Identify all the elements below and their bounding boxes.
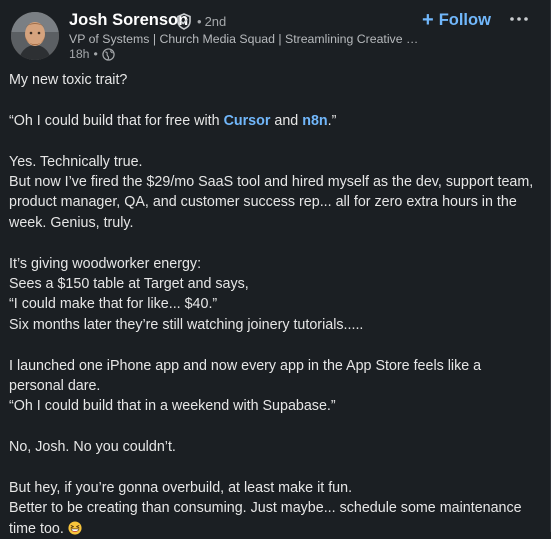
post-paragraph: But hey, if you’re gonna overbuild, at l… xyxy=(9,478,539,539)
post-text: I launched one iPhone app and now every … xyxy=(9,357,482,395)
post-text: .” xyxy=(327,112,337,129)
post-text: “Oh I could build that for free with xyxy=(9,112,224,129)
post-text: But hey, if you’re gonna overbuild, at l… xyxy=(9,480,353,497)
connection-degree: • 2nd xyxy=(197,14,226,29)
ellipsis-icon xyxy=(510,17,528,21)
post-text: Six months later they’re still watching … xyxy=(9,316,364,333)
post-text: Sees a $150 table at Target and says, xyxy=(9,276,249,293)
post-paragraph: My new toxic trait? xyxy=(9,72,128,88)
post-text: Better to be creating than consuming. Ju… xyxy=(9,500,522,537)
more-options-button[interactable] xyxy=(508,8,530,30)
verified-shield-icon xyxy=(177,13,191,30)
hashtag-link-cursor[interactable]: Cursor xyxy=(224,113,271,129)
post-paragraph: “Oh I could build that for free with Cur… xyxy=(9,111,539,131)
post-paragraph: Yes. Technically true. But now I’ve fired… xyxy=(9,152,539,234)
post-body: My new toxic trait? “Oh I could build th… xyxy=(9,70,539,539)
degree-separator: • xyxy=(197,14,202,29)
post-paragraph: I launched one iPhone app and now every … xyxy=(9,356,539,417)
follow-button[interactable]: + Follow xyxy=(422,9,491,31)
post-header: Josh Sorenson • 2nd VP of Systems | Churc… xyxy=(0,0,551,68)
post-text: Yes. Technically true. xyxy=(9,153,143,170)
post-text: It’s giving woodworker energy: xyxy=(9,255,202,272)
author-avatar[interactable] xyxy=(11,12,59,60)
post-text: “Oh I could build that in a weekend with… xyxy=(9,398,336,415)
grinning-squinting-face-icon xyxy=(68,521,82,535)
post-text: “I could make that for like... $40.” xyxy=(9,296,218,313)
post-time: 18h xyxy=(69,47,90,61)
hashtag-link-n8n[interactable]: n8n xyxy=(302,113,327,129)
meta-separator: • xyxy=(93,47,98,61)
follow-label: Follow xyxy=(438,10,491,29)
degree-label: 2nd xyxy=(204,14,227,29)
avatar-photo xyxy=(11,12,59,60)
globe-icon xyxy=(102,47,115,61)
post-meta: 18h • xyxy=(69,47,115,61)
post-paragraph: No, Josh. No you couldn’t. xyxy=(9,439,176,456)
feed-post: Josh Sorenson • 2nd VP of Systems | Churc… xyxy=(0,0,551,537)
author-headline: VP of Systems | Church Media Squad | Str… xyxy=(69,32,424,46)
post-paragraph: It’s giving woodworker energy: Sees a $15… xyxy=(9,254,539,336)
post-text: and xyxy=(270,112,303,129)
post-text: But now I’ve fired the $29/mo SaaS tool … xyxy=(9,174,534,231)
plus-icon: + xyxy=(422,9,434,31)
author-name[interactable]: Josh Sorenson xyxy=(69,11,188,30)
